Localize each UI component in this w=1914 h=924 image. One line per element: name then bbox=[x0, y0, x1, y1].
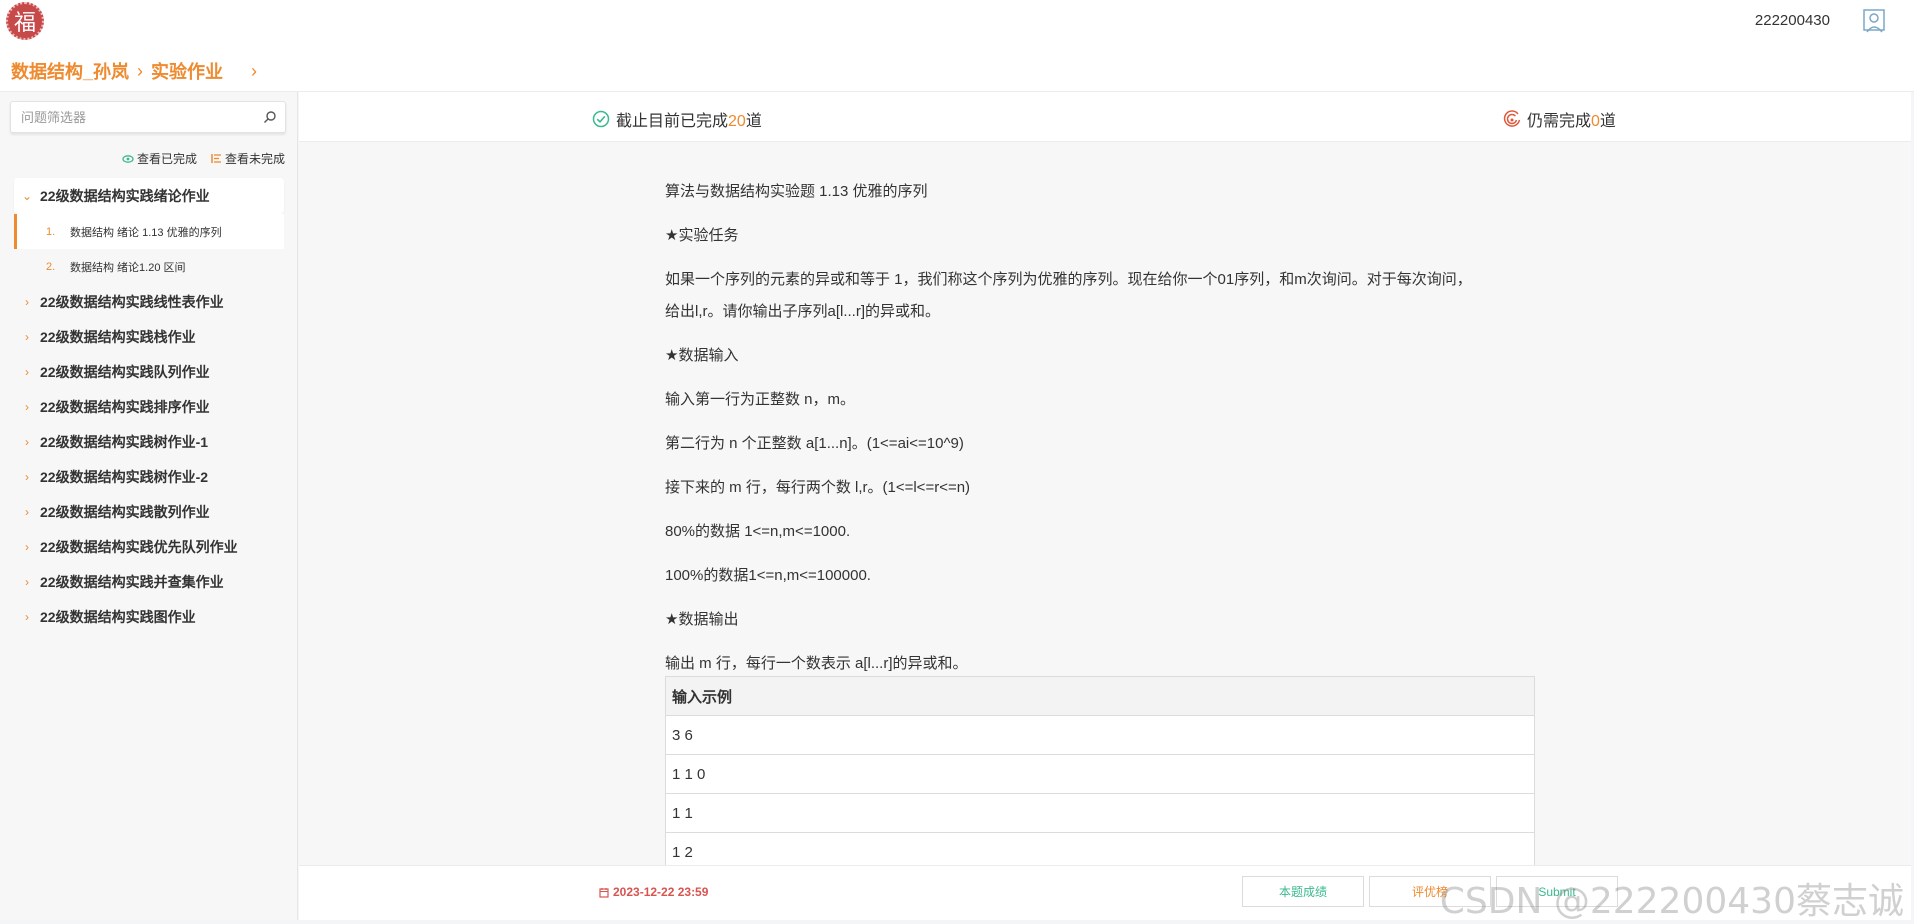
tree-group-union-find[interactable]: › 22级数据结构实践并查集作业 bbox=[14, 564, 284, 599]
completed-suffix: 道 bbox=[745, 113, 762, 130]
search-icon[interactable] bbox=[263, 110, 277, 124]
tree-group-label: 22级数据结构实践优先队列作业 bbox=[40, 538, 238, 555]
tree-group-label: 22级数据结构实践散列作业 bbox=[40, 503, 210, 520]
input-text-line-5: 100%的数据1<=n,m<=100000. bbox=[665, 567, 871, 584]
task-text-line-2: 给出l,r。请你输出子序列a[l...r]的异或和。 bbox=[665, 303, 941, 320]
calendar-icon bbox=[599, 887, 609, 898]
table-header-row: 输入示例 bbox=[665, 676, 1535, 716]
table-row: 1 1 bbox=[665, 793, 1535, 833]
task-text-line-1: 如果一个序列的元素的异或和等于 1，我们称这个序列为优雅的序列。现在给你一个01… bbox=[665, 271, 1472, 288]
user-avatar-icon[interactable] bbox=[1862, 8, 1888, 36]
completed-prefix: 截止目前已完成 bbox=[616, 113, 729, 130]
tree-group-label: 22级数据结构实践排序作业 bbox=[40, 398, 210, 415]
chevron-right-icon: › bbox=[25, 364, 29, 379]
search-box bbox=[10, 101, 286, 133]
target-icon bbox=[1503, 110, 1521, 127]
tree-group-priority-queue[interactable]: › 22级数据结构实践优先队列作业 bbox=[14, 529, 284, 564]
input-heading: ★数据输入 bbox=[665, 347, 739, 364]
watermark: CSDN @222200430蔡志诚 bbox=[1439, 881, 1904, 922]
list-icon bbox=[211, 154, 221, 163]
chevron-down-icon: ⌄ bbox=[21, 189, 33, 203]
tree-group-sort[interactable]: › 22级数据结构实践排序作业 bbox=[14, 389, 284, 424]
task-heading: ★实验任务 bbox=[665, 227, 739, 244]
table-cell: 1 1 0 bbox=[665, 754, 1535, 794]
tree-group-intro[interactable]: ⌄ 22级数据结构实践绪论作业 bbox=[14, 178, 284, 214]
tree-group-tree-2[interactable]: › 22级数据结构实践树作业-2 bbox=[14, 459, 284, 494]
chevron-right-icon: › bbox=[25, 399, 29, 414]
tree-group-label: 22级数据结构实践树作业-1 bbox=[40, 433, 209, 450]
chevron-right-icon: › bbox=[25, 434, 29, 449]
tree-group-graph[interactable]: › 22级数据结构实践图作业 bbox=[14, 599, 284, 634]
sidebar: 查看已完成 查看未完成 ⌄ 22级数据结构实践绪论作业 1. 数据结构 绪论 1… bbox=[0, 92, 298, 920]
score-button[interactable]: 本题成绩 bbox=[1242, 876, 1364, 907]
input-text-line-2: 第二行为 n 个正整数 a[1...n]。(1<=ai<=10^9) bbox=[665, 435, 964, 452]
table-cell: 3 6 bbox=[665, 715, 1535, 755]
tree-item-problem-2[interactable]: 2. 数据结构 绪论1.20 区间 bbox=[14, 249, 284, 284]
deadline: 2023-12-22 23:59 bbox=[599, 885, 708, 899]
remaining-prefix: 仍需完成 bbox=[1527, 113, 1592, 130]
top-bar: 福 222200430 数据结构_孙岚 › 实验作业 › bbox=[0, 0, 1914, 92]
chevron-right-icon: › bbox=[25, 329, 29, 344]
tree-group-stack[interactable]: › 22级数据结构实践栈作业 bbox=[14, 319, 284, 354]
breadcrumb-separator-icon: › bbox=[137, 60, 144, 81]
filter-done-button[interactable]: 查看已完成 bbox=[122, 150, 197, 167]
school-logo[interactable]: 福 bbox=[6, 2, 44, 40]
tree-group-label: 22级数据结构实践栈作业 bbox=[40, 328, 196, 345]
search-input[interactable] bbox=[11, 102, 241, 132]
tree-group-queue[interactable]: › 22级数据结构实践队列作业 bbox=[14, 354, 284, 389]
breadcrumb-assignments[interactable]: 实验作业 bbox=[151, 58, 223, 84]
tree-group-label: 22级数据结构实践队列作业 bbox=[40, 363, 210, 380]
chevron-right-icon: › bbox=[25, 469, 29, 484]
item-label: 数据结构 绪论 1.13 优雅的序列 bbox=[70, 226, 222, 239]
tree-group-label: 22级数据结构实践树作业-2 bbox=[40, 468, 209, 485]
table-cell: 1 1 bbox=[665, 793, 1535, 833]
input-text-line-3: 接下来的 m 行，每行两个数 l,r。(1<=l<=r<=n) bbox=[665, 479, 971, 496]
chevron-right-icon: › bbox=[25, 609, 29, 624]
tree-group-label: 22级数据结构实践并查集作业 bbox=[40, 573, 224, 590]
item-number: 2. bbox=[46, 260, 56, 273]
table-header-cell: 输入示例 bbox=[665, 676, 1535, 716]
tree-group-linear-list[interactable]: › 22级数据结构实践线性表作业 bbox=[14, 284, 284, 319]
user-id[interactable]: 222200430 bbox=[1755, 12, 1830, 29]
breadcrumb-course[interactable]: 数据结构_孙岚 bbox=[11, 58, 129, 84]
main-panel: 截止目前已完成20道 仍需完成0道 算法与数据结构实验题 1.13 优雅的序列 … bbox=[299, 92, 1911, 920]
deadline-text: 2023-12-22 23:59 bbox=[613, 885, 709, 899]
chevron-right-icon: › bbox=[25, 294, 29, 309]
table-row: 3 6 bbox=[665, 715, 1535, 755]
check-circle-icon bbox=[592, 110, 610, 128]
item-number: 1. bbox=[46, 225, 56, 238]
remaining-status: 仍需完成0道 bbox=[1503, 107, 1616, 131]
table-row: 1 1 0 bbox=[665, 754, 1535, 794]
chevron-right-icon[interactable]: › bbox=[251, 61, 257, 82]
problem-title: 算法与数据结构实验题 1.13 优雅的序列 bbox=[665, 183, 928, 200]
progress-bar: 截止目前已完成20道 仍需完成0道 bbox=[299, 92, 1911, 142]
chevron-right-icon: › bbox=[25, 504, 29, 519]
remaining-suffix: 道 bbox=[1599, 113, 1616, 130]
input-text-line-1: 输入第一行为正整数 n，m。 bbox=[665, 391, 856, 408]
sample-input-table: 输入示例 3 6 1 1 0 1 1 1 2 bbox=[665, 676, 1535, 872]
remaining-count: 0 bbox=[1591, 113, 1600, 130]
filter-undone-button[interactable]: 查看未完成 bbox=[211, 150, 285, 167]
tree-item-problem-1[interactable]: 1. 数据结构 绪论 1.13 优雅的序列 bbox=[14, 214, 284, 249]
tree-group-label: 22级数据结构实践图作业 bbox=[40, 608, 196, 625]
tree-group-hash[interactable]: › 22级数据结构实践散列作业 bbox=[14, 494, 284, 529]
assignment-tree: ⌄ 22级数据结构实践绪论作业 1. 数据结构 绪论 1.13 优雅的序列 2.… bbox=[14, 178, 284, 634]
filter-done-label: 查看已完成 bbox=[136, 152, 197, 166]
item-label: 数据结构 绪论1.20 区间 bbox=[70, 261, 186, 274]
tree-group-label: 22级数据结构实践绪论作业 bbox=[40, 188, 210, 204]
chevron-right-icon: › bbox=[25, 539, 29, 554]
problem-description: 算法与数据结构实验题 1.13 优雅的序列 ★实验任务 如果一个序列的元素的异或… bbox=[665, 176, 1545, 692]
tree-group-tree-1[interactable]: › 22级数据结构实践树作业-1 bbox=[14, 424, 284, 459]
chevron-right-icon: › bbox=[25, 574, 29, 589]
breadcrumb: 数据结构_孙岚 › 实验作业 › bbox=[11, 58, 257, 84]
input-text-line-4: 80%的数据 1<=n,m<=1000. bbox=[665, 523, 851, 540]
completed-status: 截止目前已完成20道 bbox=[592, 107, 762, 131]
output-heading: ★数据输出 bbox=[665, 611, 739, 628]
completed-count: 20 bbox=[728, 113, 746, 130]
filter-bar: 查看已完成 查看未完成 bbox=[122, 150, 285, 167]
tree-group-label: 22级数据结构实践线性表作业 bbox=[40, 293, 224, 310]
filter-undone-label: 查看未完成 bbox=[224, 152, 285, 166]
eye-icon bbox=[122, 154, 134, 163]
